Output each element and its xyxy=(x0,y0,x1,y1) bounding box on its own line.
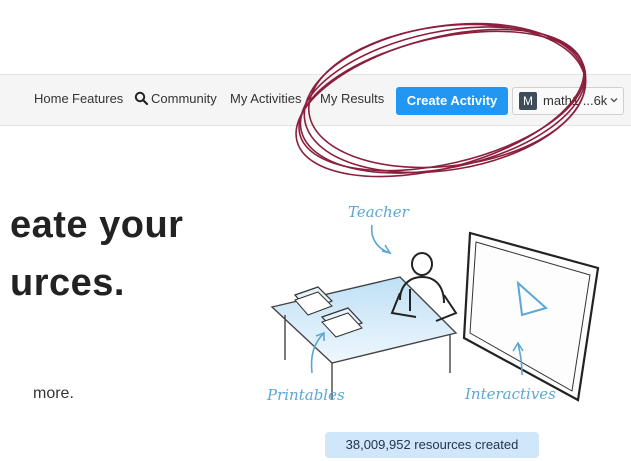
hero-more-text: more. xyxy=(33,385,74,402)
nav-home[interactable]: Home xyxy=(34,91,69,106)
nav-community[interactable]: Community xyxy=(134,91,217,106)
hero-title-line-2: urces. xyxy=(10,262,125,304)
teacher-label: Teacher xyxy=(348,203,409,221)
printables-label: Printables xyxy=(267,386,345,404)
nav-community-label: Community xyxy=(151,91,217,106)
interactives-label: Interactives xyxy=(465,385,556,403)
hero-title-line-1: eate your xyxy=(10,204,184,246)
resources-created-badge: 38,009,952 resources created xyxy=(325,432,539,458)
whiteboard xyxy=(462,231,600,402)
hero-title: eate your urces. xyxy=(10,196,183,312)
user-menu-button[interactable]: M math1 ...6k xyxy=(512,87,624,115)
nav-my-activities[interactable]: My Activities xyxy=(230,91,302,106)
nav-features[interactable]: Features xyxy=(72,91,123,106)
nav-my-results[interactable]: My Results xyxy=(320,91,384,106)
search-icon xyxy=(134,91,148,105)
hero-illustration xyxy=(270,224,600,402)
user-name: math1 ...6k xyxy=(543,93,608,108)
chevron-down-icon xyxy=(610,98,618,103)
create-activity-button[interactable]: Create Activity xyxy=(396,87,508,115)
avatar: M xyxy=(519,92,537,110)
